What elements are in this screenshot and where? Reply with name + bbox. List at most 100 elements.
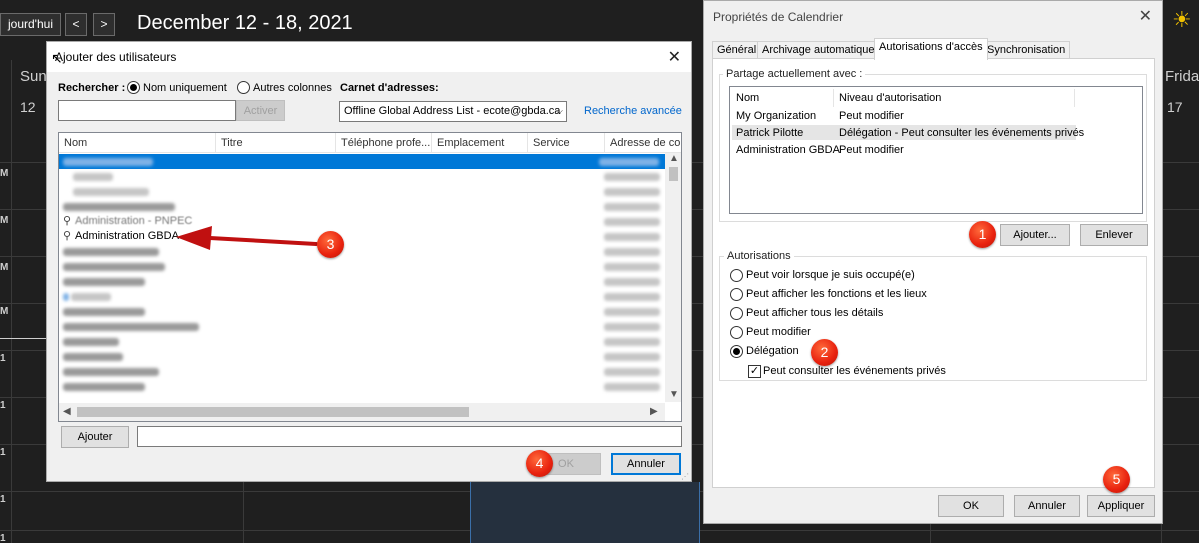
- list-item-name[interactable]: My Organization: [736, 110, 816, 122]
- radio-option-delegate[interactable]: [730, 345, 743, 358]
- scroll-down-icon[interactable]: ▼: [669, 389, 679, 400]
- dialog-titlebar: Ajouter des utilisateurs ✕: [47, 42, 691, 72]
- cancel-button[interactable]: Annuler: [1014, 495, 1080, 517]
- table-row[interactable]: [59, 184, 665, 199]
- blurred-text: [63, 263, 165, 271]
- time-label: 1: [0, 400, 6, 411]
- shared-users-list[interactable]: Nom Niveau d'autorisation My Organizatio…: [729, 86, 1143, 214]
- radio-option-subject-location[interactable]: [730, 288, 743, 301]
- radio-option-all-details[interactable]: [730, 307, 743, 320]
- list-item-name[interactable]: Patrick Pilotte: [736, 127, 803, 139]
- blurred-text: [604, 353, 660, 361]
- add-recipients-field[interactable]: [137, 426, 682, 447]
- apply-button[interactable]: Appliquer: [1087, 495, 1155, 517]
- ok-button[interactable]: OK: [938, 495, 1004, 517]
- address-book-select[interactable]: Offline Global Address List - ecote@gbda…: [339, 101, 567, 122]
- private-events-checkbox[interactable]: ✓: [748, 365, 761, 378]
- close-icon[interactable]: ✕: [1139, 6, 1152, 26]
- table-row[interactable]: [59, 349, 665, 364]
- blurred-text: [604, 173, 660, 181]
- search-input[interactable]: [58, 100, 236, 121]
- horizontal-scrollbar[interactable]: ◀ ▶: [59, 403, 665, 421]
- add-button[interactable]: Ajouter: [61, 426, 129, 448]
- scrollbar-thumb[interactable]: [77, 407, 469, 417]
- option-subject-location-label[interactable]: Peut afficher les fonctions et les lieux: [746, 288, 927, 300]
- column-divider: [833, 89, 834, 107]
- column-header[interactable]: Service: [528, 133, 605, 153]
- blurred-text: [63, 248, 159, 256]
- list-item-level[interactable]: Délégation - Peut consulter les événemen…: [839, 127, 1084, 139]
- table-row[interactable]: [59, 379, 665, 394]
- tab-general[interactable]: Général: [712, 41, 762, 59]
- remove-user-button[interactable]: Enlever: [1080, 224, 1148, 246]
- cancel-button[interactable]: Annuler: [611, 453, 681, 475]
- time-label: M: [0, 306, 9, 317]
- tab-synchronisation[interactable]: Synchronisation: [982, 41, 1071, 59]
- option-all-details-label[interactable]: Peut afficher tous les détails: [746, 307, 883, 319]
- users-table[interactable]: Nom Titre Téléphone profe... Emplacement…: [58, 132, 682, 422]
- tab-auto-archive[interactable]: Archivage automatique: [757, 41, 880, 59]
- close-icon[interactable]: ✕: [668, 47, 681, 67]
- advanced-search-link[interactable]: Recherche avancée: [584, 105, 682, 117]
- table-row[interactable]: ⚲ Administration GBDA: [59, 229, 665, 244]
- column-divider: [1074, 89, 1075, 107]
- list-item-level[interactable]: Peut modifier: [839, 110, 904, 122]
- column-header[interactable]: Nom: [59, 133, 216, 153]
- table-row[interactable]: [59, 319, 665, 334]
- table-row[interactable]: [59, 169, 665, 184]
- list-header-level[interactable]: Niveau d'autorisation: [839, 92, 941, 104]
- private-events-label[interactable]: Peut consulter les événements privés: [763, 365, 946, 377]
- table-row[interactable]: ⚲ Administration - PNPEC: [59, 214, 665, 229]
- list-item-name[interactable]: Administration GBDA: [736, 144, 840, 156]
- radio-name-only[interactable]: [127, 81, 140, 94]
- tab-access-permissions[interactable]: Autorisations d'accès: [874, 38, 988, 60]
- day-header-sunday[interactable]: Sun: [20, 68, 47, 85]
- table-row[interactable]: [59, 154, 665, 169]
- day-header-friday[interactable]: Frida: [1165, 68, 1199, 85]
- address-book-label: Carnet d'adresses:: [340, 82, 439, 94]
- chevron-left-icon[interactable]: <: [65, 13, 87, 36]
- chevron-right-icon[interactable]: >: [93, 13, 115, 36]
- activate-button[interactable]: Activer: [236, 100, 285, 121]
- table-row[interactable]: [59, 244, 665, 259]
- table-row[interactable]: [59, 259, 665, 274]
- shared-with-label: Partage actuellement avec :: [723, 68, 866, 80]
- table-row[interactable]: [59, 199, 665, 214]
- table-row[interactable]: [59, 334, 665, 349]
- vertical-scrollbar[interactable]: ▲ ▼: [665, 153, 681, 402]
- blurred-text: [604, 248, 660, 256]
- radio-other-columns-label[interactable]: Autres colonnes: [253, 82, 332, 94]
- column-header[interactable]: Emplacement: [432, 133, 528, 153]
- scroll-left-icon[interactable]: ◀: [63, 406, 71, 417]
- option-busy-label[interactable]: Peut voir lorsque je suis occupé(e): [746, 269, 915, 281]
- sun-icon[interactable]: ☀: [1172, 9, 1192, 31]
- scroll-up-icon[interactable]: ▲: [669, 153, 679, 164]
- add-user-button[interactable]: Ajouter...: [1000, 224, 1070, 246]
- option-can-edit-label[interactable]: Peut modifier: [746, 326, 811, 338]
- column-header[interactable]: Adresse de cou: [605, 133, 681, 153]
- radio-other-columns[interactable]: [237, 81, 250, 94]
- list-header-name[interactable]: Nom: [736, 92, 759, 104]
- scrollbar-thumb[interactable]: [669, 167, 678, 181]
- radio-option-can-edit[interactable]: [730, 326, 743, 339]
- blurred-text: [63, 368, 159, 376]
- list-item-level[interactable]: Peut modifier: [839, 144, 904, 156]
- table-row[interactable]: [59, 289, 665, 304]
- radio-option-busy[interactable]: [730, 269, 743, 282]
- table-row[interactable]: [59, 304, 665, 319]
- column-header[interactable]: Titre: [216, 133, 336, 153]
- person-icon: ⚲: [63, 215, 72, 227]
- user-name: Administration GBDA: [75, 230, 179, 242]
- scroll-right-icon[interactable]: ▶: [650, 406, 658, 417]
- add-users-dialog: Ajouter des utilisateurs ✕ Rechercher : …: [46, 41, 692, 482]
- day-number-friday: 17: [1167, 99, 1183, 115]
- table-row[interactable]: [59, 364, 665, 379]
- today-button[interactable]: jourd'hui: [0, 13, 61, 36]
- column-header[interactable]: Téléphone profe...: [336, 133, 432, 153]
- step-marker-2: 2: [811, 339, 838, 366]
- radio-name-only-label[interactable]: Nom uniquement: [143, 82, 227, 94]
- table-row[interactable]: [59, 274, 665, 289]
- resize-grip-icon[interactable]: ⋰: [681, 472, 689, 481]
- option-delegate-label[interactable]: Délégation: [746, 345, 799, 357]
- blurred-text: [604, 203, 660, 211]
